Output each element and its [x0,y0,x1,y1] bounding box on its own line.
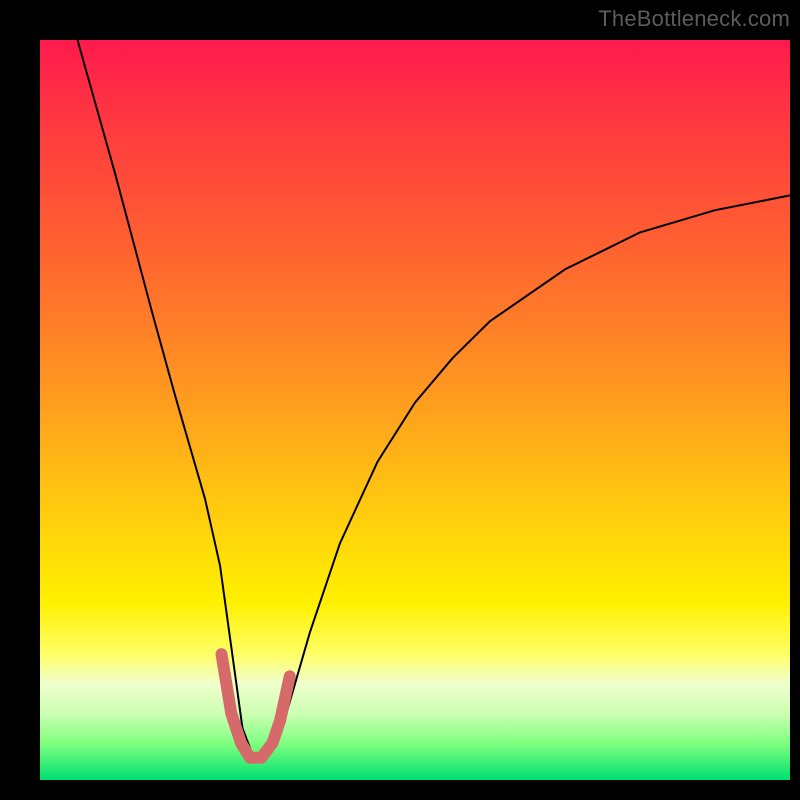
plot-area [40,40,790,780]
bottleneck-curve [78,40,791,758]
u-highlight [222,654,290,758]
chart-frame: TheBottleneck.com [0,0,800,800]
curve-svg [40,40,790,780]
watermark-text: TheBottleneck.com [598,6,790,32]
